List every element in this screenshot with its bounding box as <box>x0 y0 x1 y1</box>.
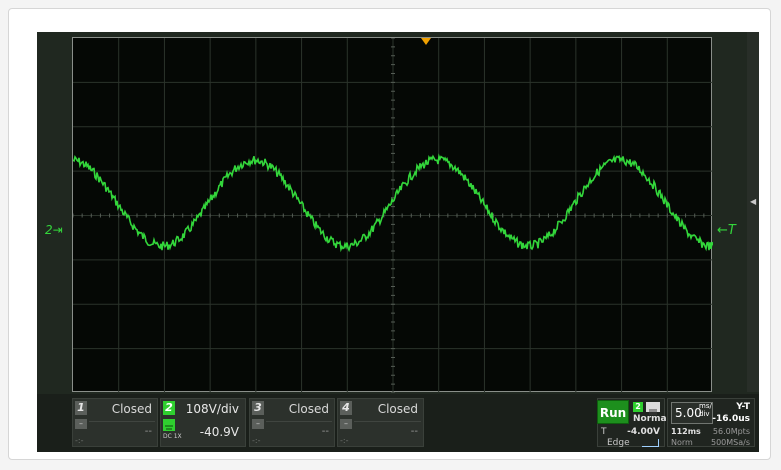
timebase-offset: -16.0us <box>712 414 750 424</box>
acquisition-mode: Norm <box>671 438 693 447</box>
channel-4-box[interactable]: 4 – Closed -- -:- <box>337 398 424 447</box>
memory-time: 112ms <box>671 427 701 436</box>
rising-edge-icon <box>642 439 659 447</box>
channel-2-coupling: DC 1X <box>163 433 182 440</box>
timebase-scale-value: 5.00 <box>675 406 702 420</box>
waveform-plot <box>73 38 713 393</box>
side-panel-handle[interactable]: ◀ <box>747 32 759 392</box>
trigger-type: Edge <box>607 438 630 448</box>
channel-marker-label: 2 <box>45 223 53 237</box>
timebase-unit-bottom: div <box>699 410 710 418</box>
channel-1-value: -- <box>144 426 152 437</box>
timebase-mode: Y-T <box>736 402 750 412</box>
channel-2-level-marker[interactable]: 2⇥ <box>45 223 63 237</box>
channel-3-box[interactable]: 3 – Closed -- -:- <box>249 398 335 447</box>
window-frame: 2⇥ ←T ◀ 1 – Closed -- -:- 2 DC 1X 108V/d… <box>8 8 771 460</box>
channel-3-number: 3 <box>252 401 264 415</box>
channel-ground-icon <box>163 419 175 433</box>
sample-rate: 500MSa/s <box>710 438 750 447</box>
trigger-prefix: T <box>601 427 607 437</box>
channel-2-scale: 108V/div <box>185 402 239 416</box>
channel-4-value: -- <box>410 426 418 437</box>
menu-icon[interactable] <box>646 402 660 415</box>
channel-2-box[interactable]: 2 DC 1X 108V/div -40.9V <box>160 398 246 447</box>
memory-depth: 56.0Mpts <box>712 427 750 436</box>
channel-4-footer: -:- <box>340 436 349 445</box>
divider <box>266 421 332 422</box>
channel-1-box[interactable]: 1 – Closed -- -:- <box>72 398 158 447</box>
channel-2-offset: -40.9V <box>199 425 239 439</box>
waveform-screen[interactable] <box>72 37 713 393</box>
trigger-position-icon[interactable] <box>421 38 431 45</box>
trigger-source: 2 <box>633 402 643 412</box>
trigger-mode: Normal <box>633 414 670 424</box>
oscilloscope-display: 2⇥ ←T ◀ 1 – Closed -- -:- 2 DC 1X 108V/d… <box>37 32 759 452</box>
channel-3-value: -- <box>321 426 329 437</box>
timebase-scale-unit: ms/ div <box>699 402 712 418</box>
status-bar: 1 – Closed -- -:- 2 DC 1X 108V/div -40.9… <box>37 394 759 452</box>
channel-4-number: 4 <box>340 401 352 415</box>
trigger-level-marker[interactable]: ←T <box>717 223 736 238</box>
channel-2-number: 2 <box>163 401 175 415</box>
channel-3-status: Closed <box>288 402 329 416</box>
trigger-marker-label: T <box>727 223 736 238</box>
minus-icon: – <box>340 419 352 429</box>
minus-icon: – <box>75 419 87 429</box>
timebase-unit-top: ms/ <box>699 402 712 410</box>
channel-1-footer: -:- <box>75 436 84 445</box>
timebase-box[interactable]: 5.00 ms/ div Y-T -16.0us 112ms 56.0Mpts … <box>667 398 755 447</box>
channel-1-number: 1 <box>75 401 87 415</box>
channel-4-status: Closed <box>377 402 418 416</box>
channel-3-footer: -:- <box>252 436 261 445</box>
divider <box>354 421 421 422</box>
divider <box>89 421 155 422</box>
minus-icon: – <box>252 419 264 429</box>
chevron-left-icon: ◀ <box>750 197 757 206</box>
trigger-level: -4.00V <box>627 427 660 437</box>
channel-1-status: Closed <box>111 402 152 416</box>
run-stop-button[interactable]: Run <box>597 400 629 424</box>
